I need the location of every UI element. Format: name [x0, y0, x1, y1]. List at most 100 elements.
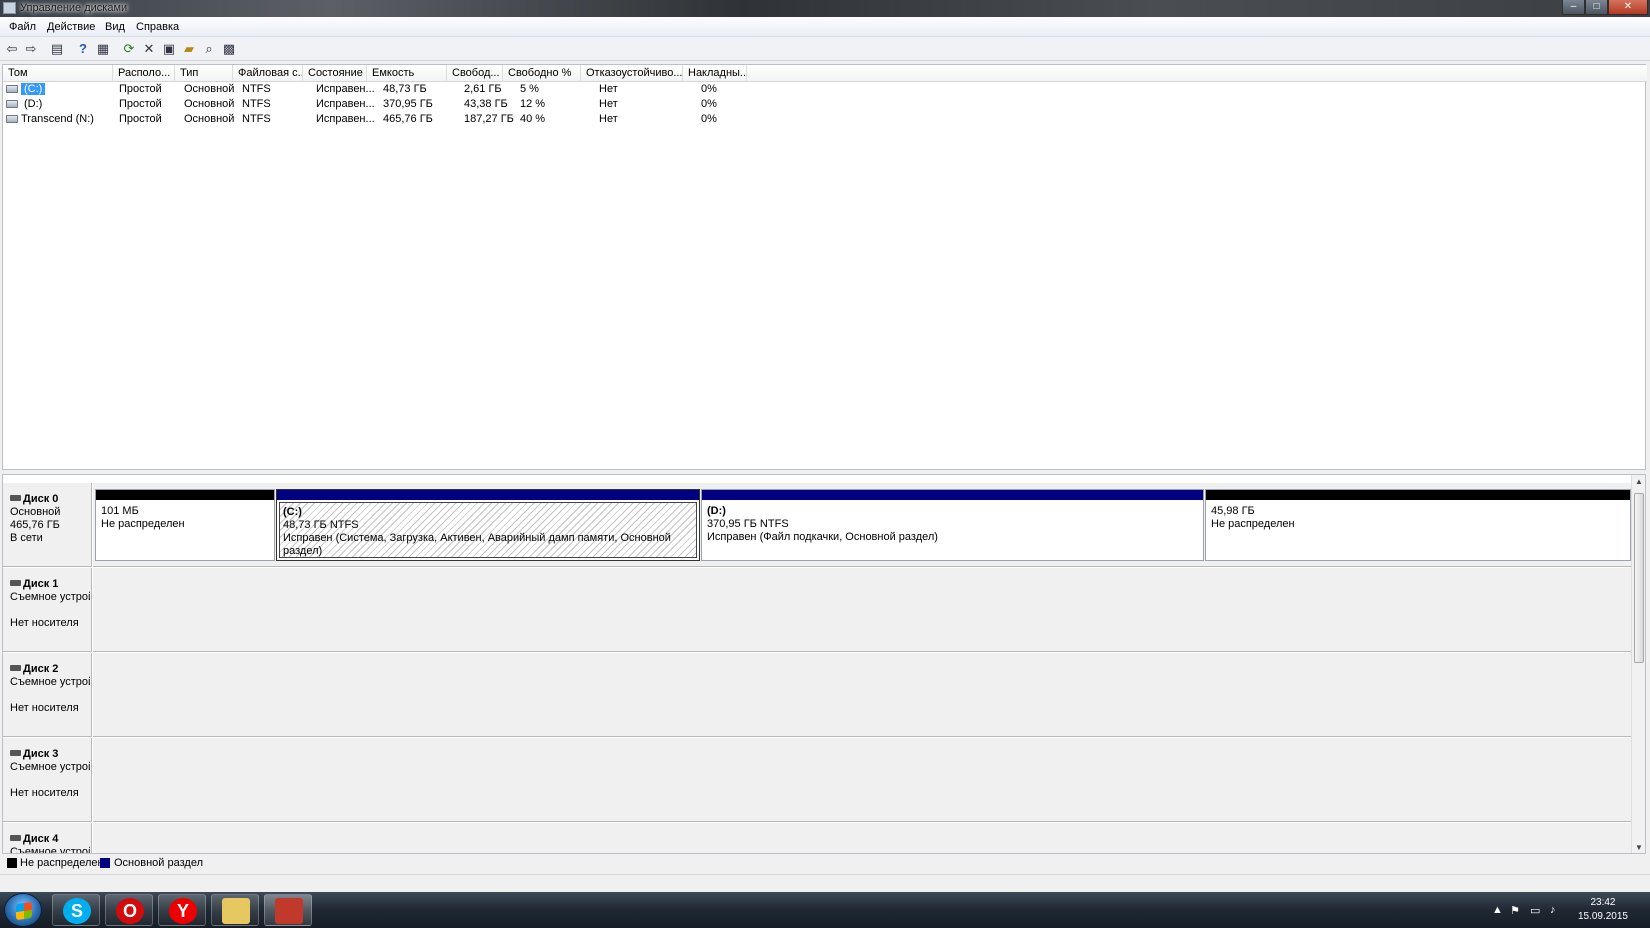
partition-bar — [277, 490, 699, 500]
disk-label[interactable]: Диск 3 Съемное устройство Нет носителя — [3, 738, 92, 822]
col-free-percent[interactable]: Свободно % — [503, 65, 581, 82]
col-volume[interactable]: Том — [3, 65, 113, 82]
maximize-button[interactable]: □ — [1585, 0, 1608, 15]
col-fault-tolerance[interactable]: Отказоустойчиво... — [581, 65, 683, 82]
volume-row[interactable]: (C:) Простой Основной NTFS Исправен... 4… — [3, 82, 763, 97]
yandex-icon: Y — [169, 898, 197, 924]
partition-status: Не распределен — [1211, 518, 1295, 530]
back-arrow-icon[interactable]: ⇦ — [4, 41, 20, 57]
taskbar: S O Y ▲ ⚑ ▭ ♪ 23:42 15.09.2015 — [0, 892, 1650, 928]
export-icon[interactable]: ▣ — [161, 41, 177, 57]
volume-layout: Простой — [119, 83, 162, 95]
disk-row: Диск 3 Съемное устройство Нет носителя — [3, 738, 1633, 822]
col-status[interactable]: Состояние — [303, 65, 367, 82]
volume-overhead: 0% — [701, 113, 717, 125]
disk-row: Диск 0 Основной 465,76 ГБ В сети 101 МБ … — [3, 483, 1633, 567]
partition-d[interactable]: (D:) 370,95 ГБ NTFS Исправен (Файл подка… — [701, 489, 1204, 561]
taskbar-yandex[interactable]: Y — [158, 894, 206, 926]
action-center-flag-icon[interactable]: ⚑ — [1510, 904, 1520, 917]
taskbar-skype[interactable]: S — [52, 894, 100, 926]
legend-swatch-unallocated — [7, 858, 17, 868]
disk-label[interactable]: Диск 1 Съемное устройство Нет носителя — [3, 568, 92, 652]
open-icon[interactable]: ▰ — [181, 41, 197, 57]
disk-name: Диск 1 — [23, 578, 59, 590]
clock[interactable]: 23:42 15.09.2015 — [1578, 896, 1628, 924]
network-icon[interactable]: ▭ — [1530, 904, 1540, 917]
partition-status: Не распределен — [101, 518, 185, 530]
partition-c[interactable]: (C:) 48,73 ГБ NTFS Исправен (Система, За… — [276, 489, 700, 561]
taskbar-explorer[interactable] — [211, 894, 259, 926]
refresh-icon[interactable]: ⟳ — [121, 41, 137, 57]
console-tree-icon[interactable]: ▤ — [49, 41, 65, 57]
taskbar-disk-management[interactable] — [264, 894, 312, 926]
col-overhead[interactable]: Накладны... — [683, 65, 747, 82]
volume-status: Исправен... — [316, 98, 375, 110]
volume-fs: NTFS — [242, 83, 271, 95]
disk-row: Диск 2 Съемное устройство Нет носителя — [3, 653, 1633, 737]
partition-unallocated[interactable]: 101 МБ Не распределен — [95, 489, 275, 561]
minimize-button[interactable]: – — [1562, 0, 1585, 15]
delete-icon[interactable]: ✕ — [141, 41, 157, 57]
volume-capacity: 48,73 ГБ — [383, 83, 427, 95]
volume-row[interactable]: (D:) Простой Основной NTFS Исправен... 3… — [3, 97, 763, 112]
disk-label[interactable]: Диск 2 Съемное устройство Нет носителя — [3, 653, 92, 737]
rescan-icon[interactable]: ⌕ — [201, 41, 217, 57]
col-capacity[interactable]: Емкость — [367, 65, 447, 82]
disk-kind: Съемное устройство — [10, 761, 90, 773]
disk-size: 465,76 ГБ — [10, 519, 60, 531]
volume-fs: NTFS — [242, 98, 271, 110]
disk-partitions: 101 МБ Не распределен (C:) 48,73 ГБ NTFS… — [93, 483, 1633, 567]
partition-status: Исправен (Система, Загрузка, Активен, Ав… — [283, 532, 671, 557]
disk-name: Диск 2 — [23, 663, 59, 675]
properties-icon[interactable]: ▦ — [95, 41, 111, 57]
disk-map: Диск 0 Основной 465,76 ГБ В сети 101 МБ … — [2, 474, 1646, 854]
disk-kind: Съемное устройство — [10, 846, 90, 854]
disk-label[interactable]: Диск 0 Основной 465,76 ГБ В сети — [3, 483, 92, 567]
taskbar-opera[interactable]: O — [105, 894, 153, 926]
legend: Не распределен Основной раздел — [2, 855, 1646, 872]
volume-icon[interactable]: ♪ — [1550, 904, 1556, 916]
menu-file[interactable]: Файл — [9, 21, 36, 33]
vertical-scrollbar[interactable]: ▲ ▼ — [1631, 475, 1645, 853]
col-layout[interactable]: Располо... — [113, 65, 175, 82]
start-button[interactable] — [4, 893, 42, 927]
toolbar: ⇦ ⇨ ▤ ? ▦ ⟳ ✕ ▣ ▰ ⌕ ▩ — [0, 37, 1650, 61]
scroll-thumb[interactable] — [1634, 493, 1644, 663]
volume-fault: Нет — [599, 98, 618, 110]
volume-name: Transcend (N:) — [21, 113, 94, 125]
partition-bar — [96, 490, 274, 500]
volume-row[interactable]: Transcend (N:) Простой Основной NTFS Исп… — [3, 112, 763, 127]
menu-help[interactable]: Справка — [136, 21, 179, 33]
disk-partitions — [93, 653, 1633, 737]
menu-action[interactable]: Действие — [47, 21, 95, 33]
column-header: Том Располо... Тип Файловая с... Состоян… — [3, 65, 1647, 82]
partition-unallocated[interactable]: 45,98 ГБ Не распределен — [1205, 489, 1631, 561]
tray-expand-icon[interactable]: ▲ — [1492, 904, 1503, 916]
legend-primary-label: Основной раздел — [114, 857, 203, 869]
disk-label[interactable]: Диск 4 Съемное устройство — [3, 823, 92, 854]
scroll-down-icon[interactable]: ▼ — [1632, 841, 1645, 853]
disk-management-icon — [275, 898, 303, 924]
col-type[interactable]: Тип — [175, 65, 233, 82]
opera-icon: O — [116, 898, 144, 924]
settings-icon[interactable]: ▩ — [221, 41, 237, 57]
partition-bar — [1206, 490, 1630, 500]
drive-icon — [6, 100, 18, 108]
forward-arrow-icon[interactable]: ⇨ — [23, 41, 39, 57]
disk-partitions — [93, 823, 1633, 853]
partition-bar — [702, 490, 1203, 500]
disk-name: Диск 4 — [23, 833, 59, 845]
disk-icon — [10, 665, 21, 671]
col-filesystem[interactable]: Файловая с... — [233, 65, 303, 82]
disk-state: Нет носителя — [10, 702, 79, 714]
volume-type: Основной — [184, 83, 235, 95]
volume-overhead: 0% — [701, 83, 717, 95]
volume-free: 43,38 ГБ — [464, 98, 508, 110]
menu-view[interactable]: Вид — [105, 21, 125, 33]
col-free[interactable]: Свобод... — [447, 65, 503, 82]
scroll-up-icon[interactable]: ▲ — [1632, 475, 1645, 489]
legend-swatch-primary — [100, 858, 110, 868]
help-icon[interactable]: ? — [75, 41, 91, 57]
disk-icon — [10, 580, 21, 586]
close-button[interactable]: ✕ — [1608, 0, 1648, 15]
